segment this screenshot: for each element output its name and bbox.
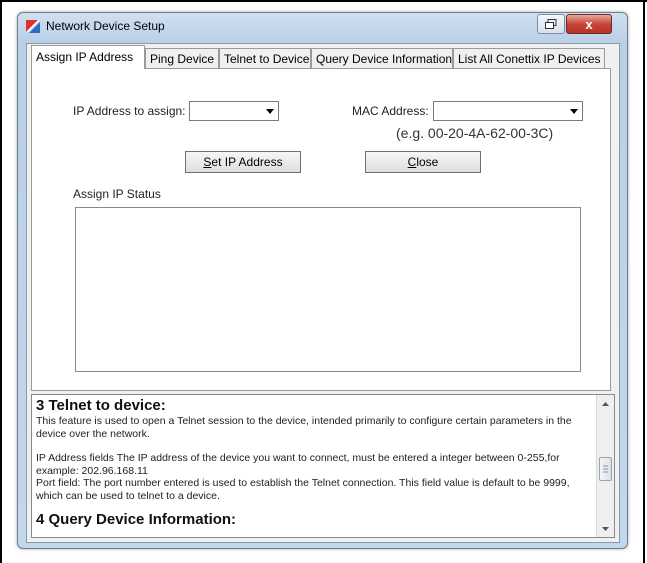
help-text-pane[interactable]: 3 Telnet to device: This feature is used… <box>31 394 615 538</box>
help-section3-paragraph: This feature is used to open a Telnet se… <box>36 415 572 440</box>
assign-ip-tab-panel: IP Address to assign: MAC Address: (e.g.… <box>31 68 611 391</box>
close-icon: x <box>585 16 593 32</box>
page-border-right <box>643 0 645 563</box>
mac-address-label: MAC Address: <box>352 104 429 118</box>
tab-label: Ping Device <box>150 52 215 66</box>
help-content: 3 Telnet to device: This feature is used… <box>36 397 591 529</box>
help-section4-title: 4 Query Device Information: <box>36 511 237 528</box>
scroll-down-arrow-icon[interactable] <box>597 520 614 537</box>
scroll-up-arrow-icon[interactable] <box>597 395 614 412</box>
tab-query-device-information[interactable]: Query Device Information <box>311 48 453 68</box>
mac-address-combobox[interactable] <box>433 101 583 121</box>
tab-label: Assign IP Address <box>36 50 134 64</box>
scroll-thumb[interactable] <box>599 457 612 481</box>
close-button[interactable]: Close <box>365 151 481 173</box>
tab-list-all-conettix-ip-devices[interactable]: List All Conettix IP Devices <box>453 48 605 68</box>
ip-address-combobox[interactable] <box>189 101 279 121</box>
dialog-client-area: Assign IP Address Ping Device Telnet to … <box>26 43 620 543</box>
set-button-label: et IP Address <box>211 155 283 169</box>
ip-address-label: IP Address to assign: <box>73 104 186 118</box>
help-scrollbar[interactable] <box>596 395 614 537</box>
chevron-down-icon[interactable] <box>566 102 582 120</box>
network-device-setup-window: Network Device Setup x Assign IP Address… <box>17 12 628 549</box>
tab-label: Telnet to Device <box>224 52 310 66</box>
title-bar[interactable]: Network Device Setup x <box>18 13 627 37</box>
network-setup-icon <box>25 18 41 34</box>
page-border-left <box>0 0 2 563</box>
tab-telnet-to-device[interactable]: Telnet to Device <box>219 48 311 68</box>
tab-label: Query Device Information <box>316 52 453 66</box>
set-ip-address-button[interactable]: Set IP Address <box>185 151 301 173</box>
close-window-button[interactable]: x <box>566 14 612 34</box>
help-section3-title: 3 Telnet to device: <box>36 397 166 414</box>
restore-icon <box>545 19 557 29</box>
help-section3-ip-paragraph: IP Address fields The IP address of the … <box>36 452 560 477</box>
page-border-top <box>0 0 647 2</box>
tab-label: List All Conettix IP Devices <box>458 52 601 66</box>
close-button-label: lose <box>416 155 439 169</box>
window-title: Network Device Setup <box>46 19 165 33</box>
tab-assign-ip-address[interactable]: Assign IP Address <box>31 45 145 69</box>
mac-example-hint: (e.g. 00-20-4A-62-00-3C) <box>396 125 554 141</box>
restore-button[interactable] <box>537 14 565 34</box>
tab-ping-device[interactable]: Ping Device <box>145 48 219 68</box>
chevron-down-icon[interactable] <box>262 102 278 120</box>
close-button-mnemonic: C <box>407 155 417 169</box>
assign-ip-status-label: Assign IP Status <box>73 187 161 201</box>
help-section3-port-paragraph: Port field: The port number entered is u… <box>36 477 570 502</box>
set-button-mnemonic: S <box>203 155 212 169</box>
assign-ip-status-textarea[interactable] <box>75 207 581 372</box>
